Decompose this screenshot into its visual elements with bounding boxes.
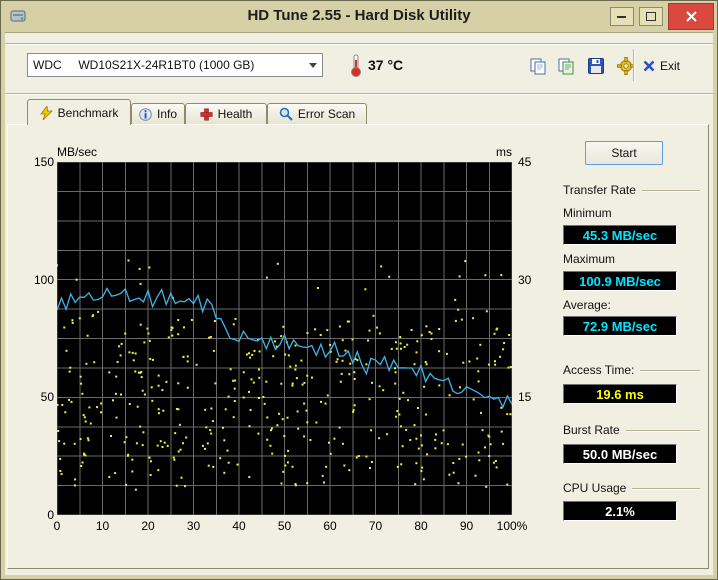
average-label: Average: xyxy=(563,298,611,312)
benchmark-icon xyxy=(39,105,53,120)
group-divider xyxy=(640,370,700,372)
drive-select-value: WDC WD10S21X-24R1BT0 (1000 GB) xyxy=(33,58,255,72)
exit-x-icon xyxy=(643,60,655,72)
cpu-usage-value: 2.1% xyxy=(563,501,677,521)
copy-text-icon xyxy=(558,58,574,75)
minimize-button[interactable] xyxy=(610,7,634,26)
burst-rate-header: Burst Rate xyxy=(563,423,700,437)
x-tick: 90 xyxy=(459,519,474,533)
toolbar-bottom-divider xyxy=(5,93,713,95)
y-left-tick: 150 xyxy=(33,155,54,169)
x-tick: 50 xyxy=(277,519,292,533)
maximum-value: 100.9 MB/sec xyxy=(563,271,677,291)
y-right-tick: 30 xyxy=(518,272,532,287)
x-tick: 20 xyxy=(141,519,155,533)
health-cross-icon xyxy=(200,108,213,120)
toolbar-separator xyxy=(633,49,635,81)
maximize-button[interactable] xyxy=(639,7,663,26)
access-time-label: Access Time: xyxy=(563,363,635,377)
tab-label: Health xyxy=(217,107,253,121)
start-button[interactable]: Start xyxy=(585,141,663,165)
tab-benchmark[interactable]: Benchmark xyxy=(27,99,131,125)
group-divider xyxy=(641,190,700,192)
benchmark-panel: MB/sec ms 150 100 50 0 45 30 15 0 10 20 30 40 50 60 70… xyxy=(7,124,709,569)
x-tick: 0 xyxy=(53,519,61,533)
access-time-header: Access Time: xyxy=(563,363,700,377)
y-right-tick: 15 xyxy=(518,390,532,405)
cpu-usage-header: CPU Usage xyxy=(563,481,700,495)
minimum-label: Minimum xyxy=(563,206,612,220)
dropdown-arrow-icon xyxy=(304,54,322,76)
plot-area xyxy=(57,162,512,515)
save-screenshot-button[interactable] xyxy=(583,53,609,79)
transfer-rate-header: Transfer Rate xyxy=(563,183,700,197)
copy-screenshot-button[interactable] xyxy=(525,53,551,79)
maximize-icon xyxy=(645,11,656,21)
magnifier-icon xyxy=(279,107,293,121)
exit-button[interactable]: Exit xyxy=(643,55,680,77)
burst-rate-value: 50.0 MB/sec xyxy=(563,444,677,464)
x-tick: 100% xyxy=(496,519,528,533)
access-time-value: 19.6 ms xyxy=(563,384,677,404)
y-right-tick: 45 xyxy=(518,155,532,169)
tab-error-scan[interactable]: Error Scan xyxy=(267,103,367,124)
x-tick: 70 xyxy=(368,519,383,533)
x-tick: 10 xyxy=(95,519,110,533)
x-tick: 60 xyxy=(323,519,337,533)
info-icon xyxy=(139,107,152,121)
tab-label: Benchmark xyxy=(57,105,119,120)
transfer-rate-title: Transfer Rate xyxy=(563,183,636,197)
group-divider xyxy=(625,430,700,432)
titlebar[interactable]: HD Tune 2.55 - Hard Disk Utility xyxy=(1,1,717,32)
close-icon xyxy=(685,11,697,22)
copy-text-button[interactable] xyxy=(553,53,579,79)
x-tick: 80 xyxy=(414,519,428,533)
tab-label: Error Scan xyxy=(297,107,356,121)
tab-info[interactable]: Info xyxy=(131,103,185,124)
drive-select[interactable]: WDC WD10S21X-24R1BT0 (1000 GB) xyxy=(27,53,323,77)
toolbar-top-divider xyxy=(5,43,713,45)
burst-rate-label: Burst Rate xyxy=(563,423,620,437)
x-tick: 30 xyxy=(186,519,201,533)
close-button[interactable] xyxy=(668,3,714,30)
client-area: WDC WD10S21X-24R1BT0 (1000 GB) 37 °C Exi… xyxy=(5,32,713,575)
y-left-axis-label: MB/sec xyxy=(57,145,98,159)
minimize-icon xyxy=(617,16,626,18)
average-value: 72.9 MB/sec xyxy=(563,316,677,336)
options-button[interactable] xyxy=(613,53,639,79)
exit-label: Exit xyxy=(660,59,681,73)
y-left-tick: 50 xyxy=(40,390,54,405)
y-left-tick: 100 xyxy=(33,272,54,287)
app-window: HD Tune 2.55 - Hard Disk Utility WDC WD1… xyxy=(0,0,718,580)
tab-label: Info xyxy=(156,107,177,121)
thermometer-icon xyxy=(351,54,361,77)
tab-health[interactable]: Health xyxy=(185,103,267,124)
minimum-value: 45.3 MB/sec xyxy=(563,225,677,245)
x-tick: 40 xyxy=(232,519,246,533)
copy-icon xyxy=(530,58,546,75)
cpu-usage-label: CPU Usage xyxy=(563,481,627,495)
y-right-axis-label: ms xyxy=(496,145,512,159)
benchmark-chart: MB/sec ms 150 100 50 0 45 30 15 0 10 20 30 40 50 60 70… xyxy=(8,125,560,570)
save-icon xyxy=(588,58,604,74)
maximum-label: Maximum xyxy=(563,252,616,266)
group-divider xyxy=(632,488,700,490)
temperature-value: 37 °C xyxy=(368,57,404,73)
